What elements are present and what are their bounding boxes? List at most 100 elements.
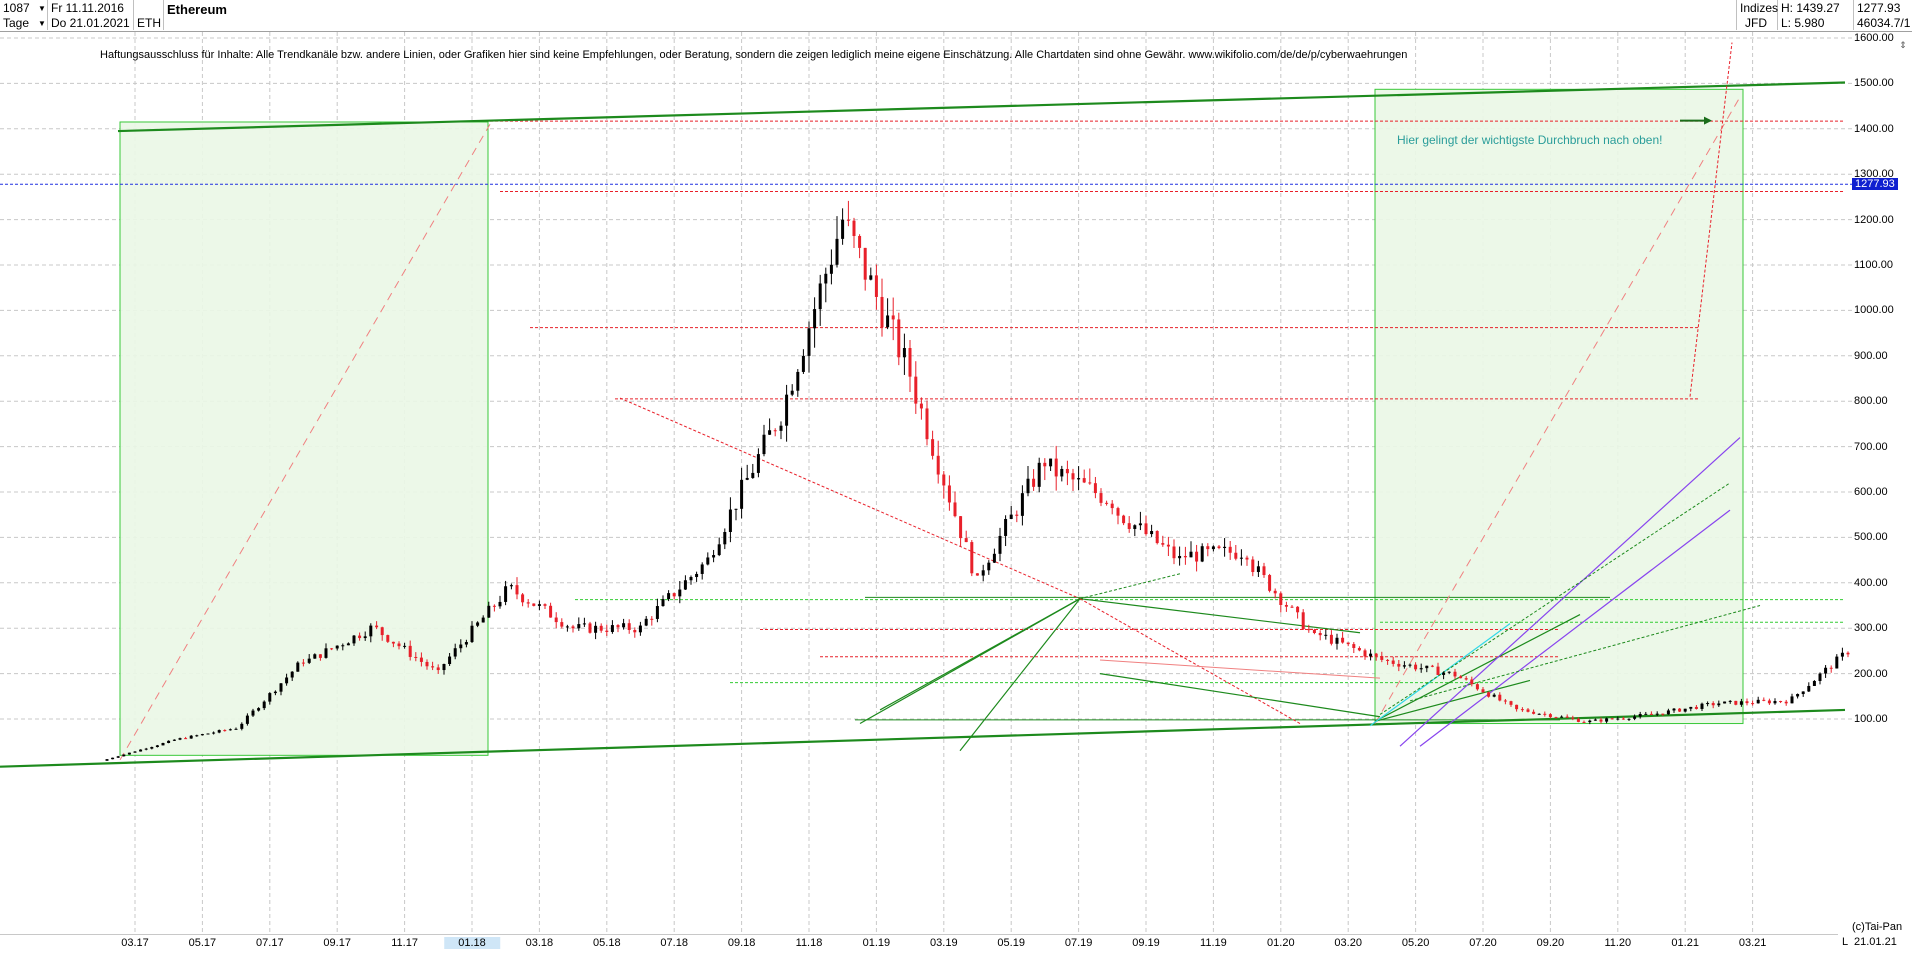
- candle-body: [1402, 665, 1406, 667]
- candle-body: [745, 477, 749, 480]
- candle-body: [605, 630, 609, 632]
- x-tick-label: 11.17: [391, 937, 418, 949]
- candle-body: [290, 671, 294, 678]
- candle-body: [1442, 672, 1446, 675]
- y-tick-label: 300.00: [1854, 622, 1888, 635]
- candle-body: [622, 623, 626, 628]
- y-tick-label: 400.00: [1854, 576, 1888, 589]
- x-tick-label: 03.19: [930, 937, 958, 949]
- candle-body: [1043, 462, 1047, 467]
- candle-body: [1234, 552, 1238, 559]
- candle-body: [155, 745, 159, 748]
- fan-1: [859, 598, 1081, 725]
- candle-body: [633, 630, 637, 633]
- candle-body: [1835, 656, 1839, 669]
- candle-body: [582, 623, 586, 625]
- candle-body: [852, 220, 856, 236]
- candle-body: [1779, 701, 1783, 703]
- source-label: JFD: [1745, 16, 1767, 30]
- candle-body: [1666, 710, 1670, 715]
- candle-body: [330, 648, 334, 650]
- candle-body: [1762, 699, 1766, 701]
- candle-body: [846, 219, 850, 221]
- candle-body: [245, 715, 249, 724]
- bars-selector[interactable]: 1087 ▼ Tage ▼: [0, 0, 48, 30]
- candle-body: [307, 658, 311, 663]
- candle-body: [414, 656, 418, 658]
- candle-body: [1554, 717, 1558, 719]
- candle-body: [987, 562, 991, 571]
- candle-body: [931, 439, 935, 456]
- candle-body: [1071, 473, 1075, 480]
- candle-body: [1352, 644, 1356, 649]
- candle-body: [346, 643, 350, 646]
- candle-body: [1560, 716, 1564, 718]
- candle-body: [1054, 458, 1058, 477]
- candle-body: [1453, 671, 1457, 677]
- candle-body: [262, 701, 266, 709]
- candle-body: [391, 641, 395, 644]
- price-chart[interactable]: [0, 32, 1852, 934]
- candle-body: [240, 723, 244, 729]
- candle-body: [543, 604, 547, 606]
- y-axis: 100.00 200.00 300.00 400.00 500.00 600.00 700.…: [1852, 32, 1912, 920]
- candle-body: [1520, 709, 1524, 711]
- candle-body: [1329, 634, 1333, 644]
- candle-body: [189, 735, 193, 739]
- candle-body: [1049, 458, 1053, 467]
- scale-toggle-button[interactable]: L: [1838, 936, 1852, 948]
- candle-body: [1133, 525, 1137, 529]
- candle-body: [279, 683, 283, 692]
- candle-body: [206, 733, 210, 735]
- symbol-cell: ETH: [134, 0, 164, 30]
- candle-body: [1312, 629, 1316, 634]
- candle-body: [369, 625, 373, 637]
- copyright-label: (c)Tai-Pan: [1852, 921, 1903, 933]
- candle-body: [358, 635, 362, 639]
- candle-body: [498, 601, 502, 607]
- candle-body: [981, 570, 985, 576]
- y-tick-label: 1400.00: [1854, 122, 1894, 135]
- y-tick-label: 800.00: [1854, 395, 1888, 408]
- candle-body: [549, 605, 553, 618]
- candle-body: [1037, 462, 1041, 487]
- y-tick-label: 1100.00: [1854, 259, 1893, 271]
- y-axis-scroll[interactable]: ⇕: [1897, 40, 1909, 50]
- candle-body: [1582, 721, 1586, 723]
- candle-body: [880, 296, 884, 328]
- x-tick-label: 01.19: [862, 937, 891, 949]
- candle-body: [1605, 718, 1609, 722]
- y-tick-label: 200.00: [1854, 667, 1888, 680]
- chevron-down-icon[interactable]: ▼: [38, 19, 46, 28]
- candle-body: [352, 635, 356, 644]
- fan-2: [959, 598, 1081, 752]
- candle-body: [891, 315, 895, 320]
- x-tick-label: 07.20: [1469, 937, 1497, 949]
- candle-body: [1655, 713, 1659, 715]
- candle-body: [1178, 555, 1182, 559]
- volume-value: 46034.7/1: [1857, 16, 1911, 30]
- candle-body: [914, 376, 918, 404]
- candle-body: [1430, 665, 1434, 667]
- candle-body: [964, 538, 968, 543]
- candle-body: [835, 238, 839, 265]
- candle-body: [661, 599, 665, 607]
- last-value-cell: 1277.93 46034.7/1: [1854, 0, 1912, 30]
- candle-body: [397, 643, 401, 647]
- candle-body: [1773, 701, 1777, 704]
- candle-body: [712, 555, 716, 558]
- candle-body: [1301, 612, 1305, 630]
- candle-body: [1144, 523, 1148, 535]
- candle-body: [1217, 546, 1221, 549]
- candle-body: [285, 677, 289, 684]
- high-value: H: 1439.27: [1781, 1, 1840, 15]
- candle-body: [335, 645, 339, 649]
- candle-body: [655, 606, 659, 619]
- candle-body: [217, 730, 221, 733]
- chevron-down-icon[interactable]: ▼: [38, 4, 46, 13]
- candle-body: [139, 749, 143, 752]
- candle-body: [1767, 700, 1771, 704]
- candle-body: [184, 738, 188, 740]
- candle-body: [571, 626, 575, 629]
- triangle-upper: [1079, 598, 1361, 634]
